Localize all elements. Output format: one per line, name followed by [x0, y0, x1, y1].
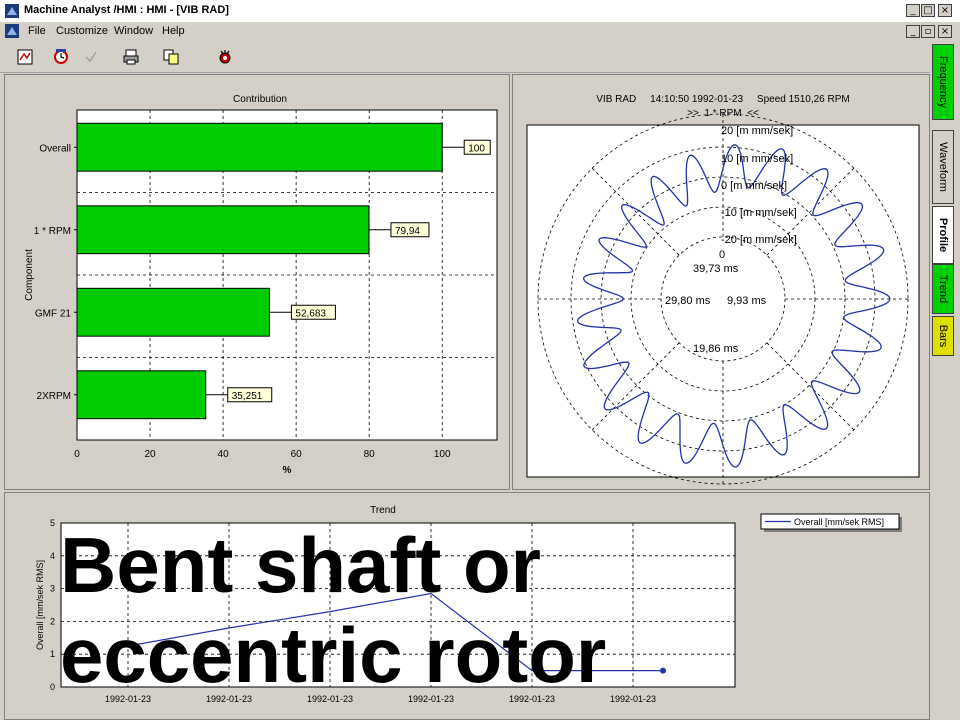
menu-file[interactable]: File — [28, 25, 46, 37]
toolbar — [0, 40, 930, 73]
contribution-x-tick-label: 20 — [144, 449, 156, 460]
profile-ring-label: -20 [m mm/sek] — [721, 234, 797, 246]
title-bar: Machine Analyst /HMI : HMI - [VIB RAD] _… — [0, 0, 960, 23]
overlay-caption-line2: eccentric rotor — [60, 611, 607, 699]
trend-y-tick-label: 1 — [50, 649, 55, 659]
contribution-x-tick-label: 60 — [291, 449, 303, 460]
trend-legend: Overall [mm/sek RMS] — [760, 513, 902, 532]
report-icon[interactable] — [16, 48, 34, 66]
contribution-category-label: 1 * RPM — [34, 226, 71, 237]
trend-last-point — [660, 667, 666, 674]
menu-customize[interactable]: Customize — [56, 25, 108, 37]
trend-x-tick-label: 1992-01-23 — [610, 694, 656, 704]
print-icon[interactable] — [122, 48, 140, 66]
profile-chart: VIB RAD 14:10:50 1992-01-23 Speed 1510,2… — [526, 94, 920, 485]
window-title: Machine Analyst /HMI : HMI - [VIB RAD] — [24, 4, 229, 16]
contribution-value-label: 52,683 — [295, 308, 326, 319]
overlay-caption-line1: Bent shaft or — [60, 521, 542, 609]
copy-icon[interactable] — [162, 48, 180, 66]
profile-ring-label: -10 [m mm/sek] — [721, 207, 797, 219]
tab-frequency-label: Frequency — [937, 56, 949, 108]
child-minimize-button[interactable]: _ — [906, 25, 920, 38]
contribution-category-label: GMF 21 — [35, 308, 72, 319]
profile-ring-label: 20 [m mm/sek] — [721, 125, 793, 137]
tab-waveform[interactable]: Waveform — [932, 130, 954, 204]
profile-time-label: 9,93 ms — [727, 295, 767, 307]
contribution-x-ticks: 0 20 40 60 80 100 — [74, 449, 451, 460]
trend-title: Trend — [370, 505, 396, 516]
settings-icon[interactable] — [216, 48, 234, 66]
trend-y-tick-label: 3 — [50, 584, 55, 594]
contribution-value-label: 35,251 — [232, 391, 263, 402]
tab-waveform-label: Waveform — [937, 142, 949, 192]
tab-trend[interactable]: Trend — [932, 264, 954, 314]
menu-bar: File Customize Window Help _ ▫ × — [0, 22, 960, 40]
tab-trend-label: Trend — [937, 274, 949, 304]
contribution-x-axis-label: % — [283, 465, 292, 476]
contribution-x-tick-label: 100 — [434, 449, 451, 460]
profile-time-label: 39,73 ms — [693, 263, 739, 275]
profile-panel: VIB RAD 14:10:50 1992-01-23 Speed 1510,2… — [512, 74, 930, 490]
trend-y-tick-label: 5 — [50, 518, 55, 528]
trend-legend-label: Overall [mm/sek RMS] — [794, 517, 884, 527]
trend-y-axis-label: Overall [mm/sek RMS] — [35, 560, 45, 650]
child-close-button[interactable]: × — [938, 25, 952, 38]
child-restore-button[interactable]: ▫ — [921, 25, 935, 38]
menu-window[interactable]: Window — [114, 25, 153, 37]
profile-header-line1: VIB RAD 14:10:50 1992-01-23 Speed 1510,2… — [596, 94, 850, 105]
profile-plot-area — [526, 124, 920, 478]
contribution-x-tick-label: 80 — [364, 449, 376, 460]
contribution-x-tick-label: 0 — [74, 449, 80, 460]
contribution-x-tick-label: 40 — [218, 449, 230, 460]
contribution-category-label: 2XRPM — [37, 391, 71, 402]
profile-ring-label: 0 [m mm/sek] — [721, 180, 787, 192]
tab-frequency[interactable]: Frequency — [932, 44, 954, 120]
profile-time-label: 19,86 ms — [693, 343, 739, 355]
app-icon — [5, 4, 19, 18]
contribution-bar — [76, 370, 207, 420]
contribution-bar — [76, 287, 270, 337]
contribution-bar — [76, 205, 370, 255]
contribution-title: Contribution — [233, 94, 287, 105]
profile-header-line2: >> 1 * RPM << — [687, 108, 759, 119]
tab-profile[interactable]: Profile — [932, 206, 954, 264]
trend-y-tick-label: 2 — [50, 616, 55, 626]
contribution-category-label: Overall — [39, 143, 71, 154]
contribution-panel: Contribution 100 79,94 52,683 35,251 0 20 40 6… — [4, 74, 510, 490]
check-icon[interactable] — [82, 48, 100, 66]
trend-y-ticks: 0 1 2 3 4 5 — [50, 518, 55, 692]
tab-bars[interactable]: Bars — [932, 316, 954, 356]
close-button[interactable]: × — [938, 4, 952, 17]
contribution-chart: Contribution 100 79,94 52,683 35,251 0 20 40 6… — [24, 94, 498, 476]
profile-ring-label: 10 [m mm/sek] — [721, 153, 793, 165]
contribution-y-labels: Overall 1 * RPM GMF 21 2XRPM — [34, 143, 77, 402]
refresh-icon[interactable] — [52, 48, 70, 66]
profile-time-label: 29,80 ms — [665, 295, 711, 307]
trend-y-tick-label: 0 — [50, 682, 55, 692]
contribution-bar — [76, 122, 443, 172]
contribution-y-axis-label: Component — [24, 249, 35, 301]
trend-y-tick-label: 4 — [50, 551, 55, 561]
trend-points — [660, 667, 666, 674]
tab-bars-label: Bars — [937, 324, 949, 348]
contribution-value-label: 100 — [468, 143, 485, 154]
minimize-button[interactable]: _ — [906, 4, 920, 17]
document-icon — [5, 24, 19, 38]
tab-profile-label: Profile — [937, 217, 949, 253]
maximize-button[interactable]: □ — [921, 4, 935, 17]
menu-help[interactable]: Help — [162, 25, 185, 37]
profile-center-zero: 0 — [719, 249, 725, 261]
contribution-value-label: 79,94 — [395, 226, 420, 237]
